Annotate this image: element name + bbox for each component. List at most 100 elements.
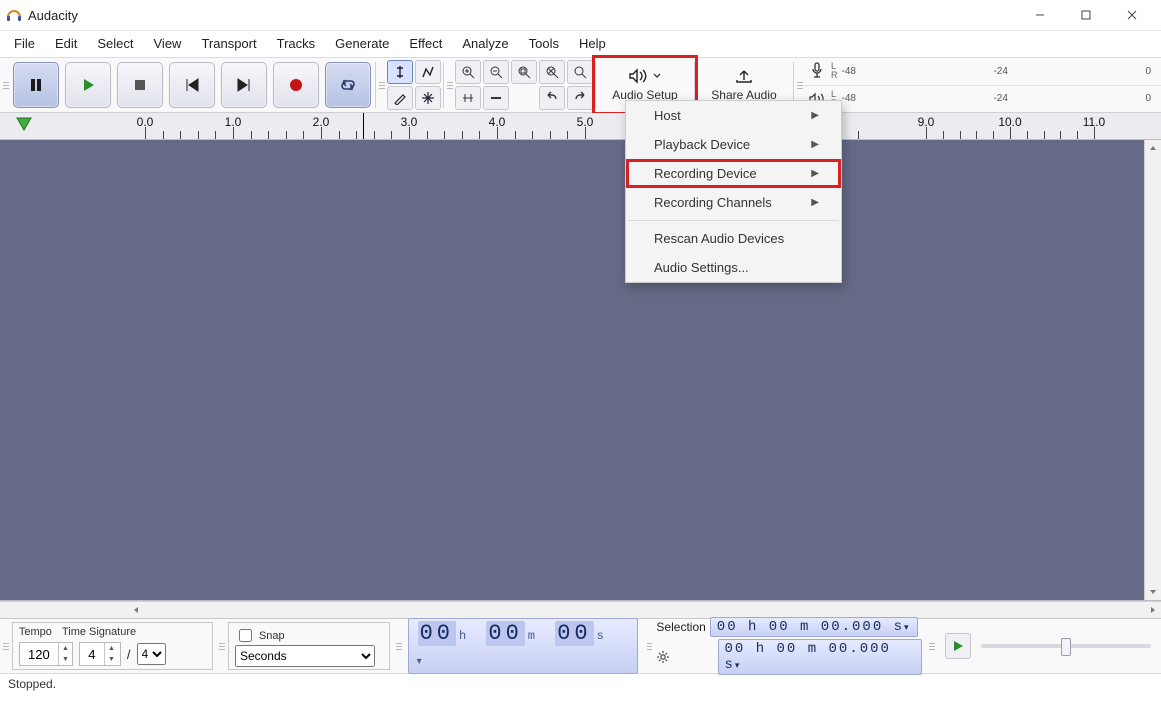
selection-start[interactable]: 00 h 00 m 00.000 s▾: [710, 617, 918, 637]
timesig-numerator[interactable]: ▲▼: [79, 642, 121, 666]
menu-help[interactable]: Help: [569, 33, 616, 55]
microphone-icon: [805, 60, 829, 83]
fit-selection-icon[interactable]: [511, 60, 537, 84]
multi-tool-icon[interactable]: [415, 86, 441, 110]
edit-tools: [385, 58, 443, 112]
undo-icon[interactable]: [539, 86, 565, 110]
menu-item-audio-settings-[interactable]: Audio Settings...: [626, 253, 841, 282]
envelope-tool-icon[interactable]: [415, 60, 441, 84]
menu-item-playback-device[interactable]: Playback Device▶: [626, 130, 841, 159]
snap-checkbox[interactable]: Snap: [235, 626, 285, 645]
ruler-label: 10.0: [998, 115, 1021, 129]
play-at-speed-panel: [935, 619, 1161, 673]
menu-file[interactable]: File: [4, 33, 45, 55]
chevron-down-icon: [653, 73, 661, 79]
ruler-label: 4.0: [489, 115, 506, 129]
play-button[interactable]: [65, 62, 111, 108]
horizontal-scrollbar[interactable]: [0, 601, 1161, 618]
window-title: Audacity: [28, 8, 78, 23]
status-text: Stopped.: [8, 677, 56, 691]
bottom-toolbar: Tempo Time Signature ▲▼ ▲▼ / 4 Snap Seco…: [0, 618, 1161, 673]
record-meter[interactable]: LR -48-240: [803, 58, 1161, 85]
gear-icon[interactable]: [656, 650, 713, 664]
scroll-right-icon[interactable]: [1145, 602, 1161, 618]
redo-icon[interactable]: [567, 86, 593, 110]
menu-transport[interactable]: Transport: [191, 33, 266, 55]
title-bar: Audacity: [0, 0, 1161, 31]
playback-speed-slider[interactable]: [981, 644, 1151, 648]
ruler-label: 11.0: [1083, 115, 1105, 129]
menu-tracks[interactable]: Tracks: [267, 33, 326, 55]
menu-view[interactable]: View: [144, 33, 192, 55]
toolbar-grip[interactable]: [219, 623, 225, 669]
ruler-label: 9.0: [918, 115, 935, 129]
silence-icon[interactable]: [483, 86, 509, 110]
chevron-right-icon: ▶: [811, 139, 819, 150]
close-button[interactable]: [1109, 0, 1155, 30]
ruler-label: 5.0: [577, 115, 594, 129]
zoom-tools: [453, 58, 595, 112]
tempo-panel: Tempo Time Signature ▲▼ ▲▼ / 4: [12, 622, 213, 670]
timesig-denominator[interactable]: 4: [137, 643, 166, 665]
menu-tools[interactable]: Tools: [519, 33, 569, 55]
menu-item-recording-channels[interactable]: Recording Channels▶: [626, 188, 841, 217]
upload-icon: [735, 68, 753, 84]
chevron-right-icon: ▶: [811, 197, 819, 208]
menu-edit[interactable]: Edit: [45, 33, 87, 55]
scroll-down-icon[interactable]: [1145, 584, 1161, 600]
draw-tool-icon[interactable]: [387, 86, 413, 110]
chevron-right-icon: ▶: [811, 168, 819, 179]
speaker-icon: [629, 68, 661, 84]
chevron-right-icon: ▶: [811, 110, 819, 121]
audio-setup-menu: Host▶Playback Device▶Recording Device▶Re…: [625, 100, 842, 283]
zoom-in-icon[interactable]: [455, 60, 481, 84]
selection-tool-icon[interactable]: [387, 60, 413, 84]
zoom-out-icon[interactable]: [483, 60, 509, 84]
time-display[interactable]: 00h 00m 00s ▾: [402, 619, 644, 673]
menu-effect[interactable]: Effect: [399, 33, 452, 55]
playback-meter[interactable]: LR -48-240: [803, 85, 1161, 113]
stop-button[interactable]: [117, 62, 163, 108]
menu-select[interactable]: Select: [87, 33, 143, 55]
chevron-down-icon[interactable]: ▾: [417, 657, 426, 668]
skip-start-button[interactable]: [169, 62, 215, 108]
trim-icon[interactable]: [455, 86, 481, 110]
zoom-toggle-icon[interactable]: [567, 60, 593, 84]
track-area[interactable]: [0, 140, 1161, 601]
menu-analyze[interactable]: Analyze: [452, 33, 518, 55]
skip-end-button[interactable]: [221, 62, 267, 108]
menu-bar: FileEditSelectViewTransportTracksGenerat…: [0, 31, 1161, 58]
menu-item-recording-device[interactable]: Recording Device▶: [626, 159, 841, 188]
scroll-up-icon[interactable]: [1145, 140, 1161, 156]
ruler-label: 2.0: [313, 115, 330, 129]
minimize-button[interactable]: [1017, 0, 1063, 30]
selection-label: Selection: [656, 620, 705, 634]
ruler-label: 1.0: [225, 115, 242, 129]
menu-item-rescan-audio-devices[interactable]: Rescan Audio Devices: [626, 224, 841, 253]
main-toolbar: Audio Setup Share Audio LR -48-240 LR -4…: [0, 58, 1161, 113]
timeline-ruler[interactable]: 0.0 1.0 2.0 3.0 4.0 5.0 9.0 10.0 11.0: [0, 113, 1161, 140]
snap-unit-select[interactable]: Seconds: [235, 645, 375, 667]
ruler-label: 3.0: [401, 115, 418, 129]
pause-button[interactable]: [13, 62, 59, 108]
maximize-button[interactable]: [1063, 0, 1109, 30]
ruler-label: 0.0: [137, 115, 154, 129]
menu-item-host[interactable]: Host▶: [626, 101, 841, 130]
record-button[interactable]: [273, 62, 319, 108]
selection-panel: Selection 00 h 00 m 00.000 s▾ 00 h 00 m …: [652, 619, 926, 673]
loop-button[interactable]: [325, 62, 371, 108]
tempo-label: Tempo: [19, 626, 52, 638]
play-at-speed-button[interactable]: [945, 633, 971, 659]
status-bar: Stopped.: [0, 673, 1161, 702]
tempo-input[interactable]: ▲▼: [19, 642, 73, 666]
timesig-label: Time Signature: [62, 626, 136, 638]
transport-toolbar: [9, 58, 375, 112]
app-icon: [6, 7, 22, 23]
vertical-scrollbar[interactable]: [1144, 140, 1161, 600]
fit-project-icon[interactable]: [539, 60, 565, 84]
toolbar-grip[interactable]: [3, 623, 9, 669]
snap-panel: Snap Seconds: [228, 622, 390, 670]
menu-generate[interactable]: Generate: [325, 33, 399, 55]
selection-end[interactable]: 00 h 00 m 00.000 s▾: [718, 639, 923, 675]
scroll-left-icon[interactable]: [128, 602, 144, 618]
